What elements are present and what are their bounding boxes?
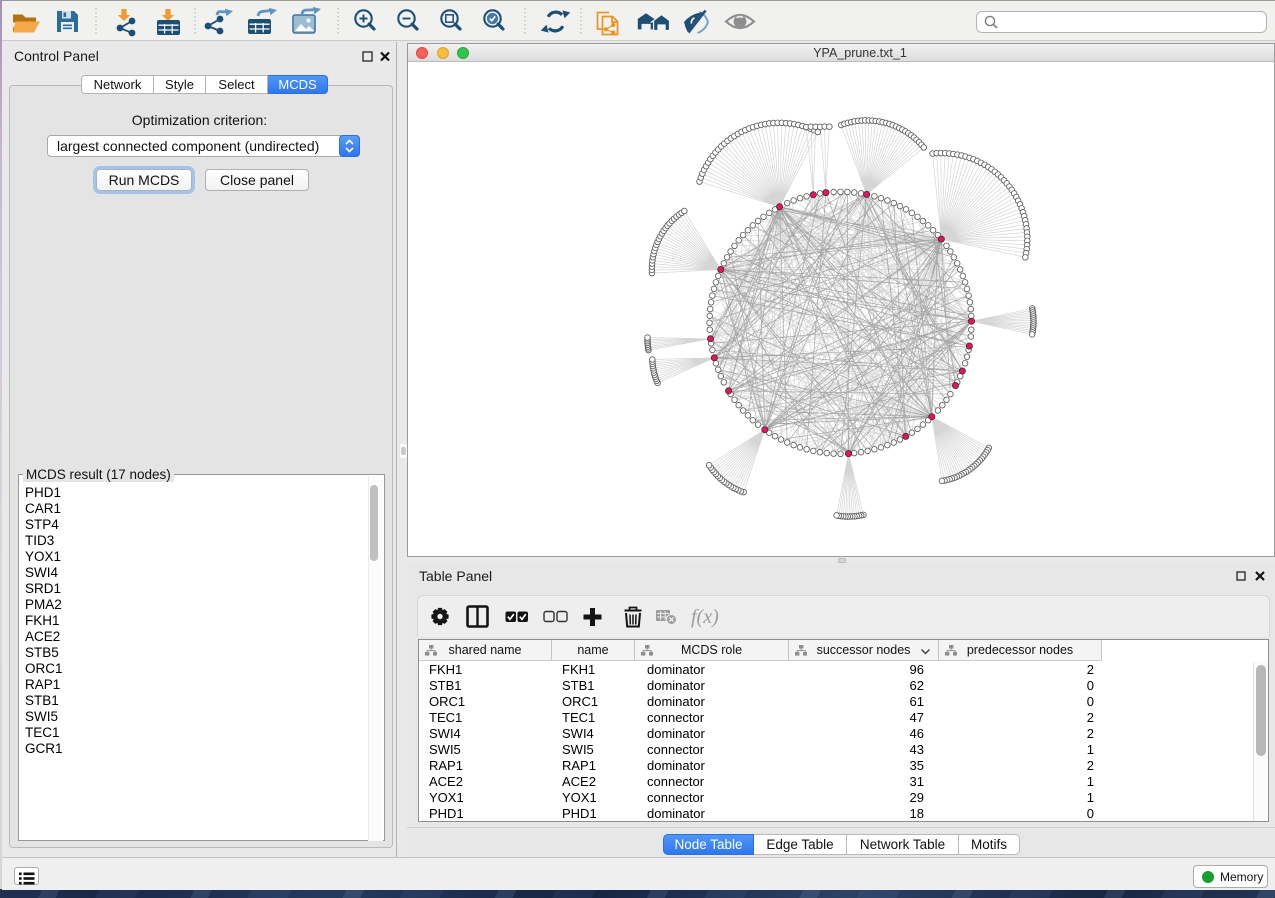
svg-text:f(x): f(x)	[691, 606, 719, 628]
